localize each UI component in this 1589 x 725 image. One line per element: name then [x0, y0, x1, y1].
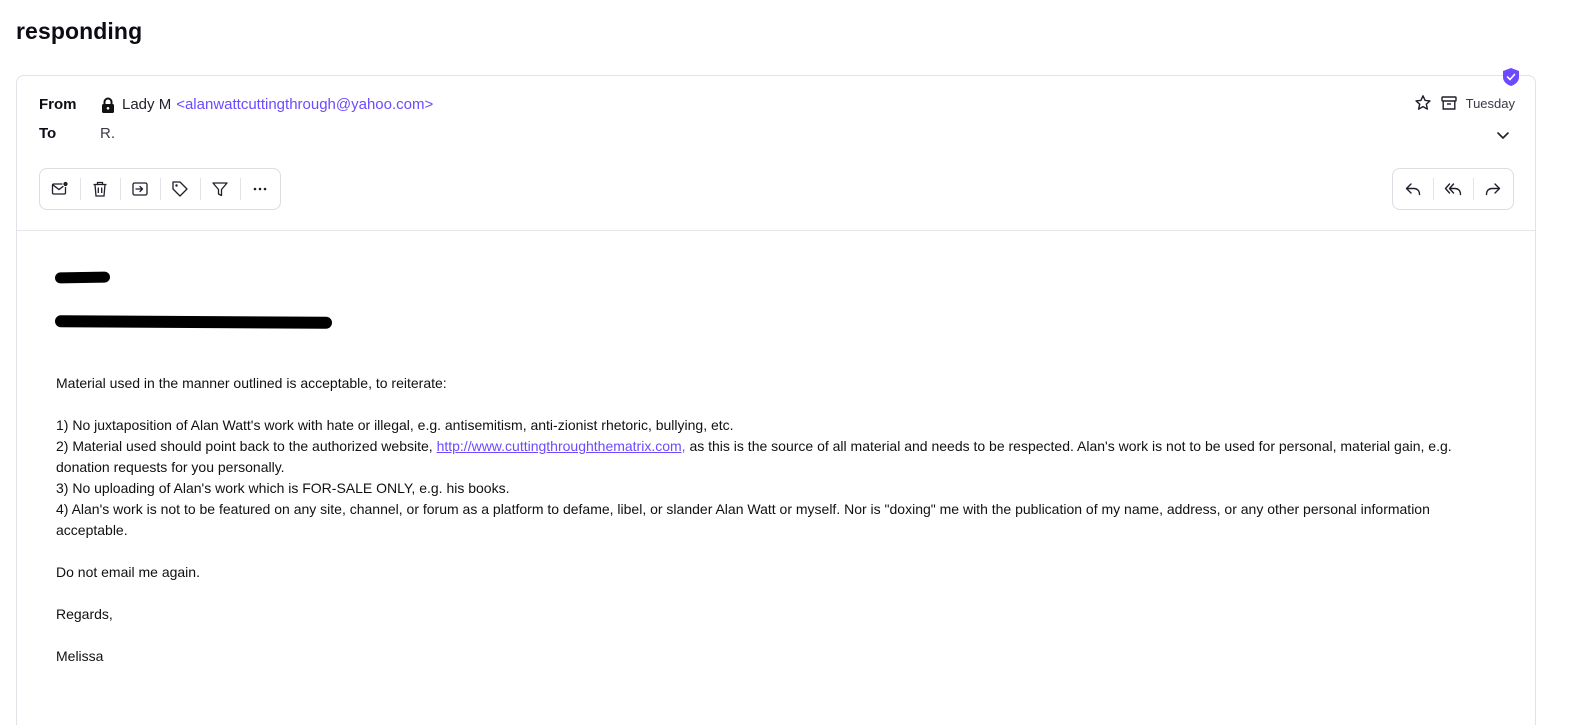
message-card: From Lady M <alanwattcuttingthrough@yaho… [16, 68, 1536, 725]
mark-unread-icon [51, 180, 69, 195]
message-body: Material used in the manner outlined is … [56, 373, 1496, 667]
forward-icon [1485, 183, 1501, 196]
reply-all-button[interactable] [1433, 169, 1473, 209]
message-actions-toolbar [39, 168, 281, 210]
reply-button[interactable] [1393, 169, 1433, 209]
filter-button[interactable] [200, 169, 240, 209]
reply-all-icon [1444, 183, 1462, 196]
reply-toolbar [1392, 168, 1514, 210]
trash-icon [93, 181, 107, 197]
label-icon [172, 181, 188, 197]
archive-icon[interactable] [1440, 94, 1458, 112]
forward-button[interactable] [1473, 169, 1513, 209]
lock-icon [102, 97, 114, 113]
reply-icon [1405, 183, 1421, 196]
body-rule-2: 2) Material used should point back to th… [56, 436, 1496, 478]
to-row: To R. [39, 125, 115, 142]
body-rule-4: 4) Alan's work is not to be featured on … [56, 501, 1430, 538]
message-subject: responding [16, 18, 143, 44]
label-button[interactable] [160, 169, 200, 209]
more-icon [253, 187, 267, 191]
more-button[interactable] [240, 169, 280, 209]
recipient[interactable]: R. [100, 125, 115, 142]
redaction-mark [54, 315, 333, 329]
website-link[interactable]: http://www.cuttingthroughthematrix.com, [437, 438, 686, 454]
to-label: To [39, 125, 57, 142]
body-regards: Regards, [56, 606, 113, 622]
header-divider [17, 230, 1535, 231]
chevron-down-icon[interactable] [1495, 127, 1511, 143]
body-closing: Do not email me again. [56, 564, 200, 580]
from-row: From Lady M <alanwattcuttingthrough@yaho… [39, 96, 433, 113]
from-label: From [39, 96, 77, 113]
move-icon [132, 182, 148, 196]
body-rule-1: 1) No juxtaposition of Alan Watt's work … [56, 417, 734, 433]
message-date: Tuesday [1465, 95, 1515, 111]
shield-verified-icon [1503, 68, 1519, 86]
move-to-folder-button[interactable] [120, 169, 160, 209]
body-signature: Melissa [56, 648, 104, 664]
redaction-mark [54, 271, 111, 284]
body-rule-3: 3) No uploading of Alan's work which is … [56, 480, 510, 496]
sender-email[interactable]: <alanwattcuttingthrough@yahoo.com> [176, 96, 433, 113]
star-icon[interactable] [1414, 94, 1432, 112]
message-meta: Tuesday [1414, 94, 1515, 112]
body-intro: Material used in the manner outlined is … [56, 375, 447, 391]
body-rule-2-pre: 2) Material used should point back to th… [56, 438, 437, 454]
filter-icon [212, 182, 228, 197]
sender-name[interactable]: Lady M [122, 96, 171, 113]
trash-button[interactable] [80, 169, 120, 209]
mark-unread-button[interactable] [40, 169, 80, 209]
